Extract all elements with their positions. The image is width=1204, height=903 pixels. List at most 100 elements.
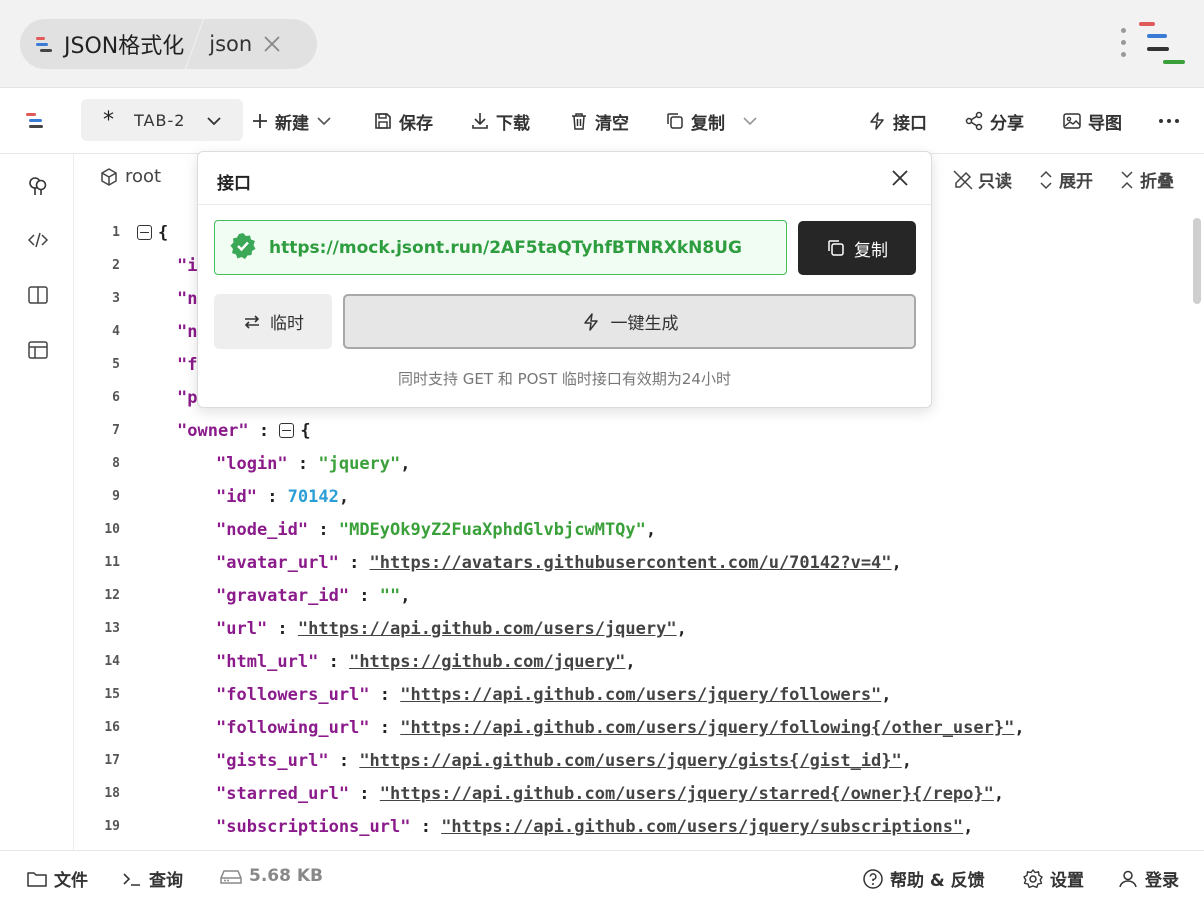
expand-button[interactable]: 展开 [1037, 167, 1093, 192]
copy-url-button[interactable]: 复制 [798, 221, 916, 275]
readonly-toggle[interactable]: 只读 [952, 167, 1012, 192]
expand-label: 展开 [1059, 172, 1093, 192]
help-icon [863, 868, 883, 889]
json-value: 70142 [287, 486, 339, 507]
vertical-scrollbar[interactable] [1193, 218, 1201, 304]
split-view-icon[interactable] [26, 283, 50, 307]
brace: { [300, 420, 311, 441]
menu-logo-icon[interactable] [24, 108, 50, 134]
comma: , [881, 684, 892, 705]
app-logo-icon [34, 33, 56, 55]
json-key: "n [177, 288, 198, 309]
breadcrumb[interactable]: root [99, 166, 161, 187]
code-line[interactable]: 11 "avatar_url" : "https://avatars.github… [75, 546, 1185, 579]
close-icon[interactable] [262, 34, 282, 54]
code-view-icon[interactable] [26, 228, 50, 252]
line-number: 6 [112, 390, 120, 405]
tab-selector[interactable]: * TAB-2 [81, 99, 243, 141]
separator: : [256, 486, 288, 507]
collapse-node-icon[interactable] [137, 225, 152, 240]
json-key: "p [177, 387, 198, 408]
line-content: "starred_url" : "https://api.github.com/… [216, 784, 1004, 804]
download-icon [472, 113, 488, 129]
code-line[interactable]: 9 "id" : 70142, [75, 480, 1185, 513]
chevron-down-icon [317, 117, 331, 126]
separator: : [410, 816, 442, 837]
json-key: "avatar_url" [216, 552, 339, 573]
line-content: "owner" : { [177, 421, 311, 441]
separator: : [318, 651, 350, 672]
api-url-field[interactable]: https://mock.jsont.run/2AF5taQTyhfBTNRXk… [214, 220, 787, 275]
code-line[interactable]: 14 "html_url" : "https://github.com/jquer… [75, 645, 1185, 678]
line-content: "avatar_url" : "https://avatars.githubus… [216, 553, 902, 573]
query-button[interactable]: 查询 [121, 866, 183, 891]
separator: : [287, 453, 319, 474]
active-document-tab[interactable]: JSON格式化 json [20, 19, 317, 69]
save-icon [375, 113, 391, 129]
json-value: "" [379, 585, 401, 606]
generate-button[interactable]: 一键生成 [343, 294, 916, 349]
divider [185, 19, 205, 69]
settings-button[interactable]: 设置 [1022, 866, 1084, 891]
json-link-value[interactable]: "https://api.github.com/users/jquery" [298, 619, 677, 639]
image-icon [1063, 113, 1081, 129]
json-link-value[interactable]: "https://api.github.com/users/jquery/sta… [380, 784, 994, 804]
share-button[interactable]: 分享 [964, 106, 1024, 136]
popup-title: 接口 [217, 174, 251, 194]
brace: { [158, 222, 169, 243]
collapse-button[interactable]: 折叠 [1118, 167, 1174, 192]
code-line[interactable]: 8 "login" : "jquery", [75, 447, 1185, 480]
new-button[interactable]: 新建 [251, 106, 337, 136]
verified-check-icon [229, 232, 257, 264]
tree-view-icon[interactable] [26, 174, 50, 198]
line-content: "url" : "https://api.github.com/users/jq… [216, 619, 687, 639]
code-line[interactable]: 12 "gravatar_id" : "", [75, 579, 1185, 612]
json-link-value[interactable]: "https://api.github.com/users/jquery/fol… [400, 685, 881, 705]
lightning-icon [870, 112, 884, 130]
more-vertical-icon[interactable] [1120, 28, 1128, 58]
code-line[interactable]: 15 "followers_url" : "https://api.github.… [75, 678, 1185, 711]
export-image-button[interactable]: 导图 [1062, 106, 1122, 136]
copy-label: 复制 [691, 113, 725, 134]
close-icon[interactable] [890, 168, 910, 188]
json-link-value[interactable]: "https://github.com/jquery" [349, 652, 625, 672]
file-button[interactable]: 文件 [26, 866, 88, 891]
code-line[interactable]: 13 "url" : "https://api.github.com/users/… [75, 612, 1185, 645]
code-line[interactable]: 19 "subscriptions_url" : "https://api.git… [75, 810, 1185, 843]
json-link-value[interactable]: "https://avatars.githubusercontent.com/u… [370, 553, 892, 573]
comma: , [901, 750, 913, 771]
plus-icon [253, 114, 267, 128]
separator: : [349, 783, 380, 804]
api-button[interactable]: 接口 [867, 106, 927, 136]
help-feedback-button[interactable]: 帮助 & 反馈 [862, 866, 985, 891]
save-label: 保存 [399, 113, 433, 134]
save-button[interactable]: 保存 [373, 106, 433, 136]
line-number: 15 [104, 687, 120, 702]
json-link-value[interactable]: "https://api.github.com/users/jquery/fol… [400, 718, 1014, 738]
json-link-value[interactable]: "https://api.github.com/users/jquery/gis… [359, 751, 901, 771]
more-horizontal-icon[interactable] [1158, 106, 1186, 136]
code-line[interactable]: 17 "gists_url" : "https://api.github.com/… [75, 744, 1185, 777]
sidebar [0, 154, 74, 850]
line-number: 9 [112, 489, 120, 504]
copy-button[interactable]: 复制 [665, 106, 763, 136]
toolbar: * TAB-2 新建 保存 下载 清空 复制 接口 分享 导图 [0, 88, 1204, 154]
collapse-node-icon[interactable] [279, 423, 295, 438]
code-line[interactable]: 16 "following_url" : "https://api.github.… [75, 711, 1185, 744]
code-line[interactable]: 7 "owner" : { [75, 414, 1185, 447]
download-button[interactable]: 下载 [470, 106, 530, 136]
code-line[interactable]: 18 "starred_url" : "https://api.github.co… [75, 777, 1185, 810]
json-link-value[interactable]: "https://api.github.com/users/jquery/sub… [441, 817, 963, 837]
code-line[interactable]: 10 "node_id" : "MDEyOk9yZ2FuaXphdGlvbjcwM… [75, 513, 1185, 546]
table-view-icon[interactable] [26, 338, 50, 362]
asterisk-icon: * [103, 107, 114, 133]
collapse-icon [1121, 170, 1133, 189]
api-label: 接口 [893, 113, 927, 134]
line-content: "subscriptions_url" : "https://api.githu… [216, 817, 973, 837]
copy-icon [828, 240, 844, 256]
temporary-toggle-button[interactable]: 临时 [214, 294, 332, 349]
line-number: 19 [104, 819, 120, 834]
login-button[interactable]: 登录 [1117, 866, 1179, 891]
clear-button[interactable]: 清空 [569, 106, 629, 136]
root-label: root [125, 166, 162, 187]
